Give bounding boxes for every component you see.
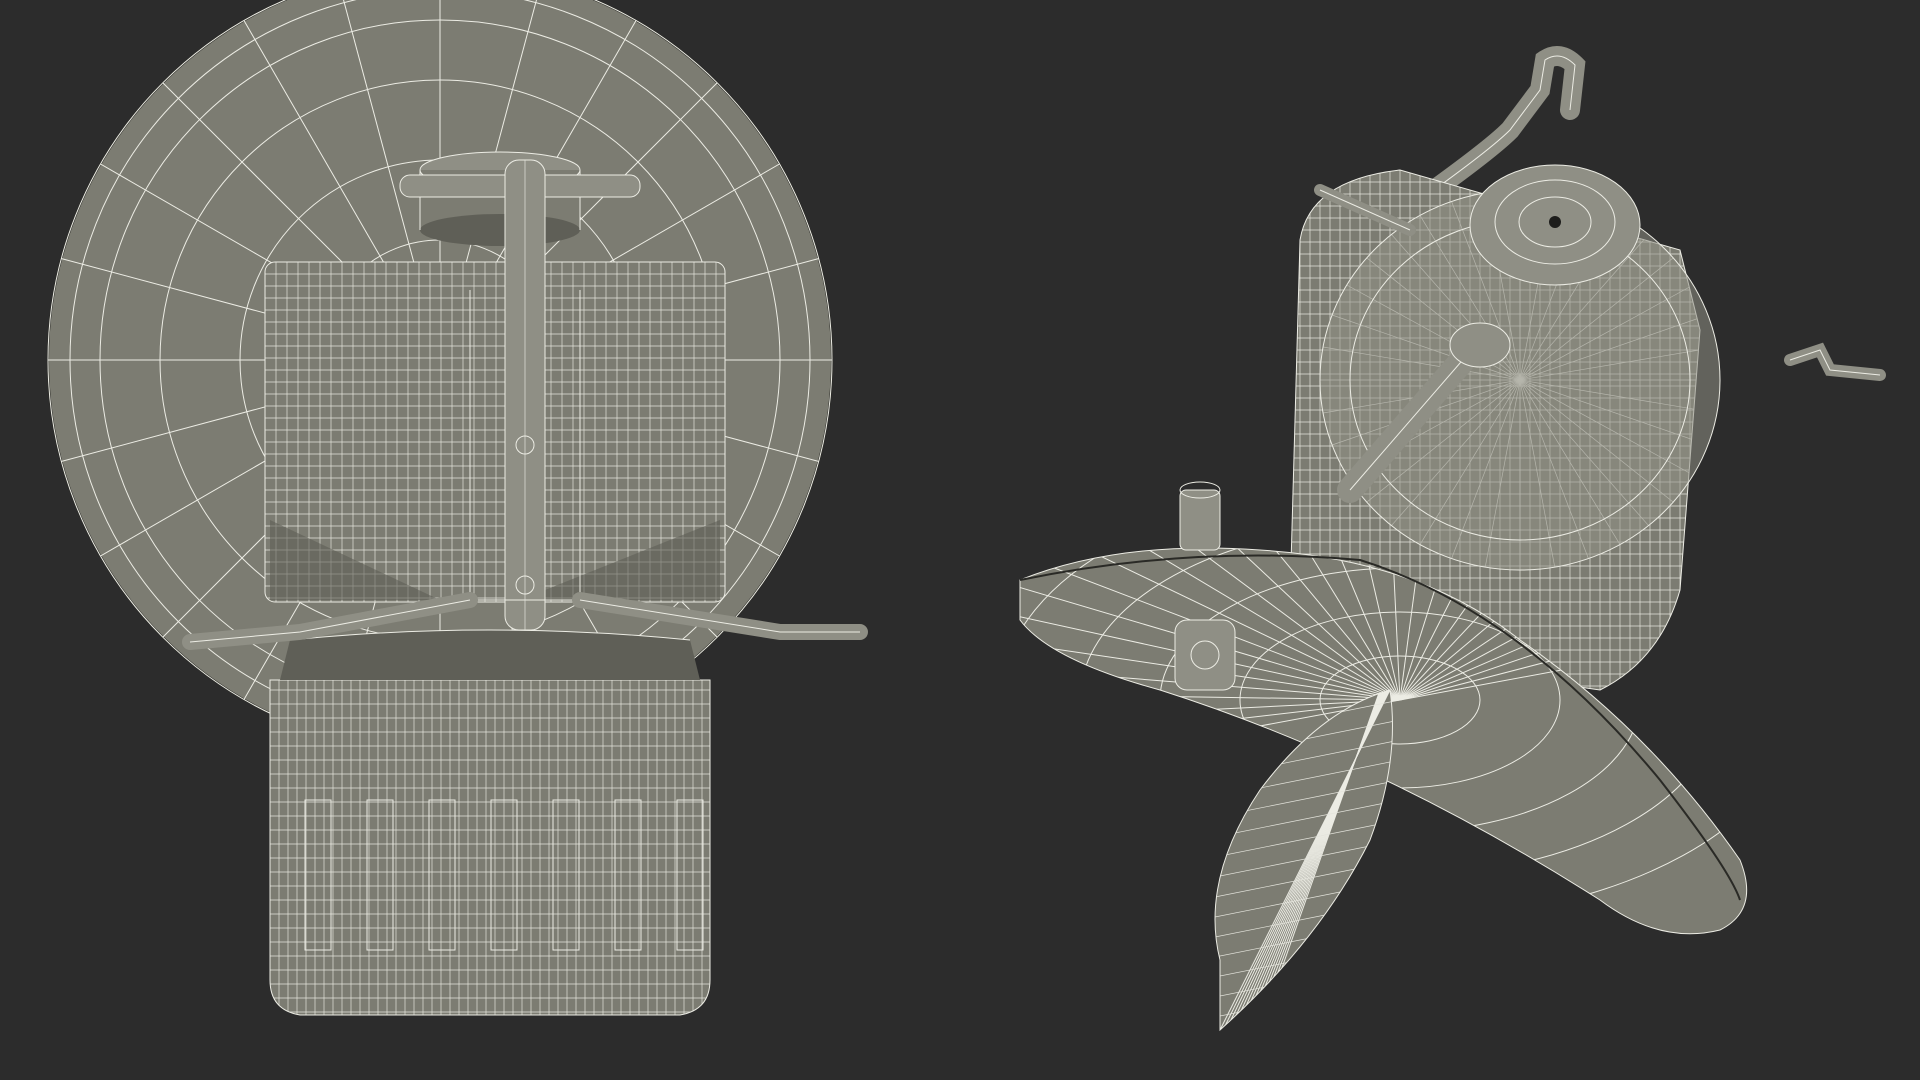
- front-view-render: [47, 0, 868, 1016]
- front-view: [0, 0, 960, 1080]
- burner-body: [264, 261, 726, 603]
- perspective-view: [960, 0, 1920, 1080]
- perspective-view-render: [1019, 46, 1886, 1032]
- base-canister: [269, 629, 711, 1016]
- render-canvas: [0, 0, 1920, 1080]
